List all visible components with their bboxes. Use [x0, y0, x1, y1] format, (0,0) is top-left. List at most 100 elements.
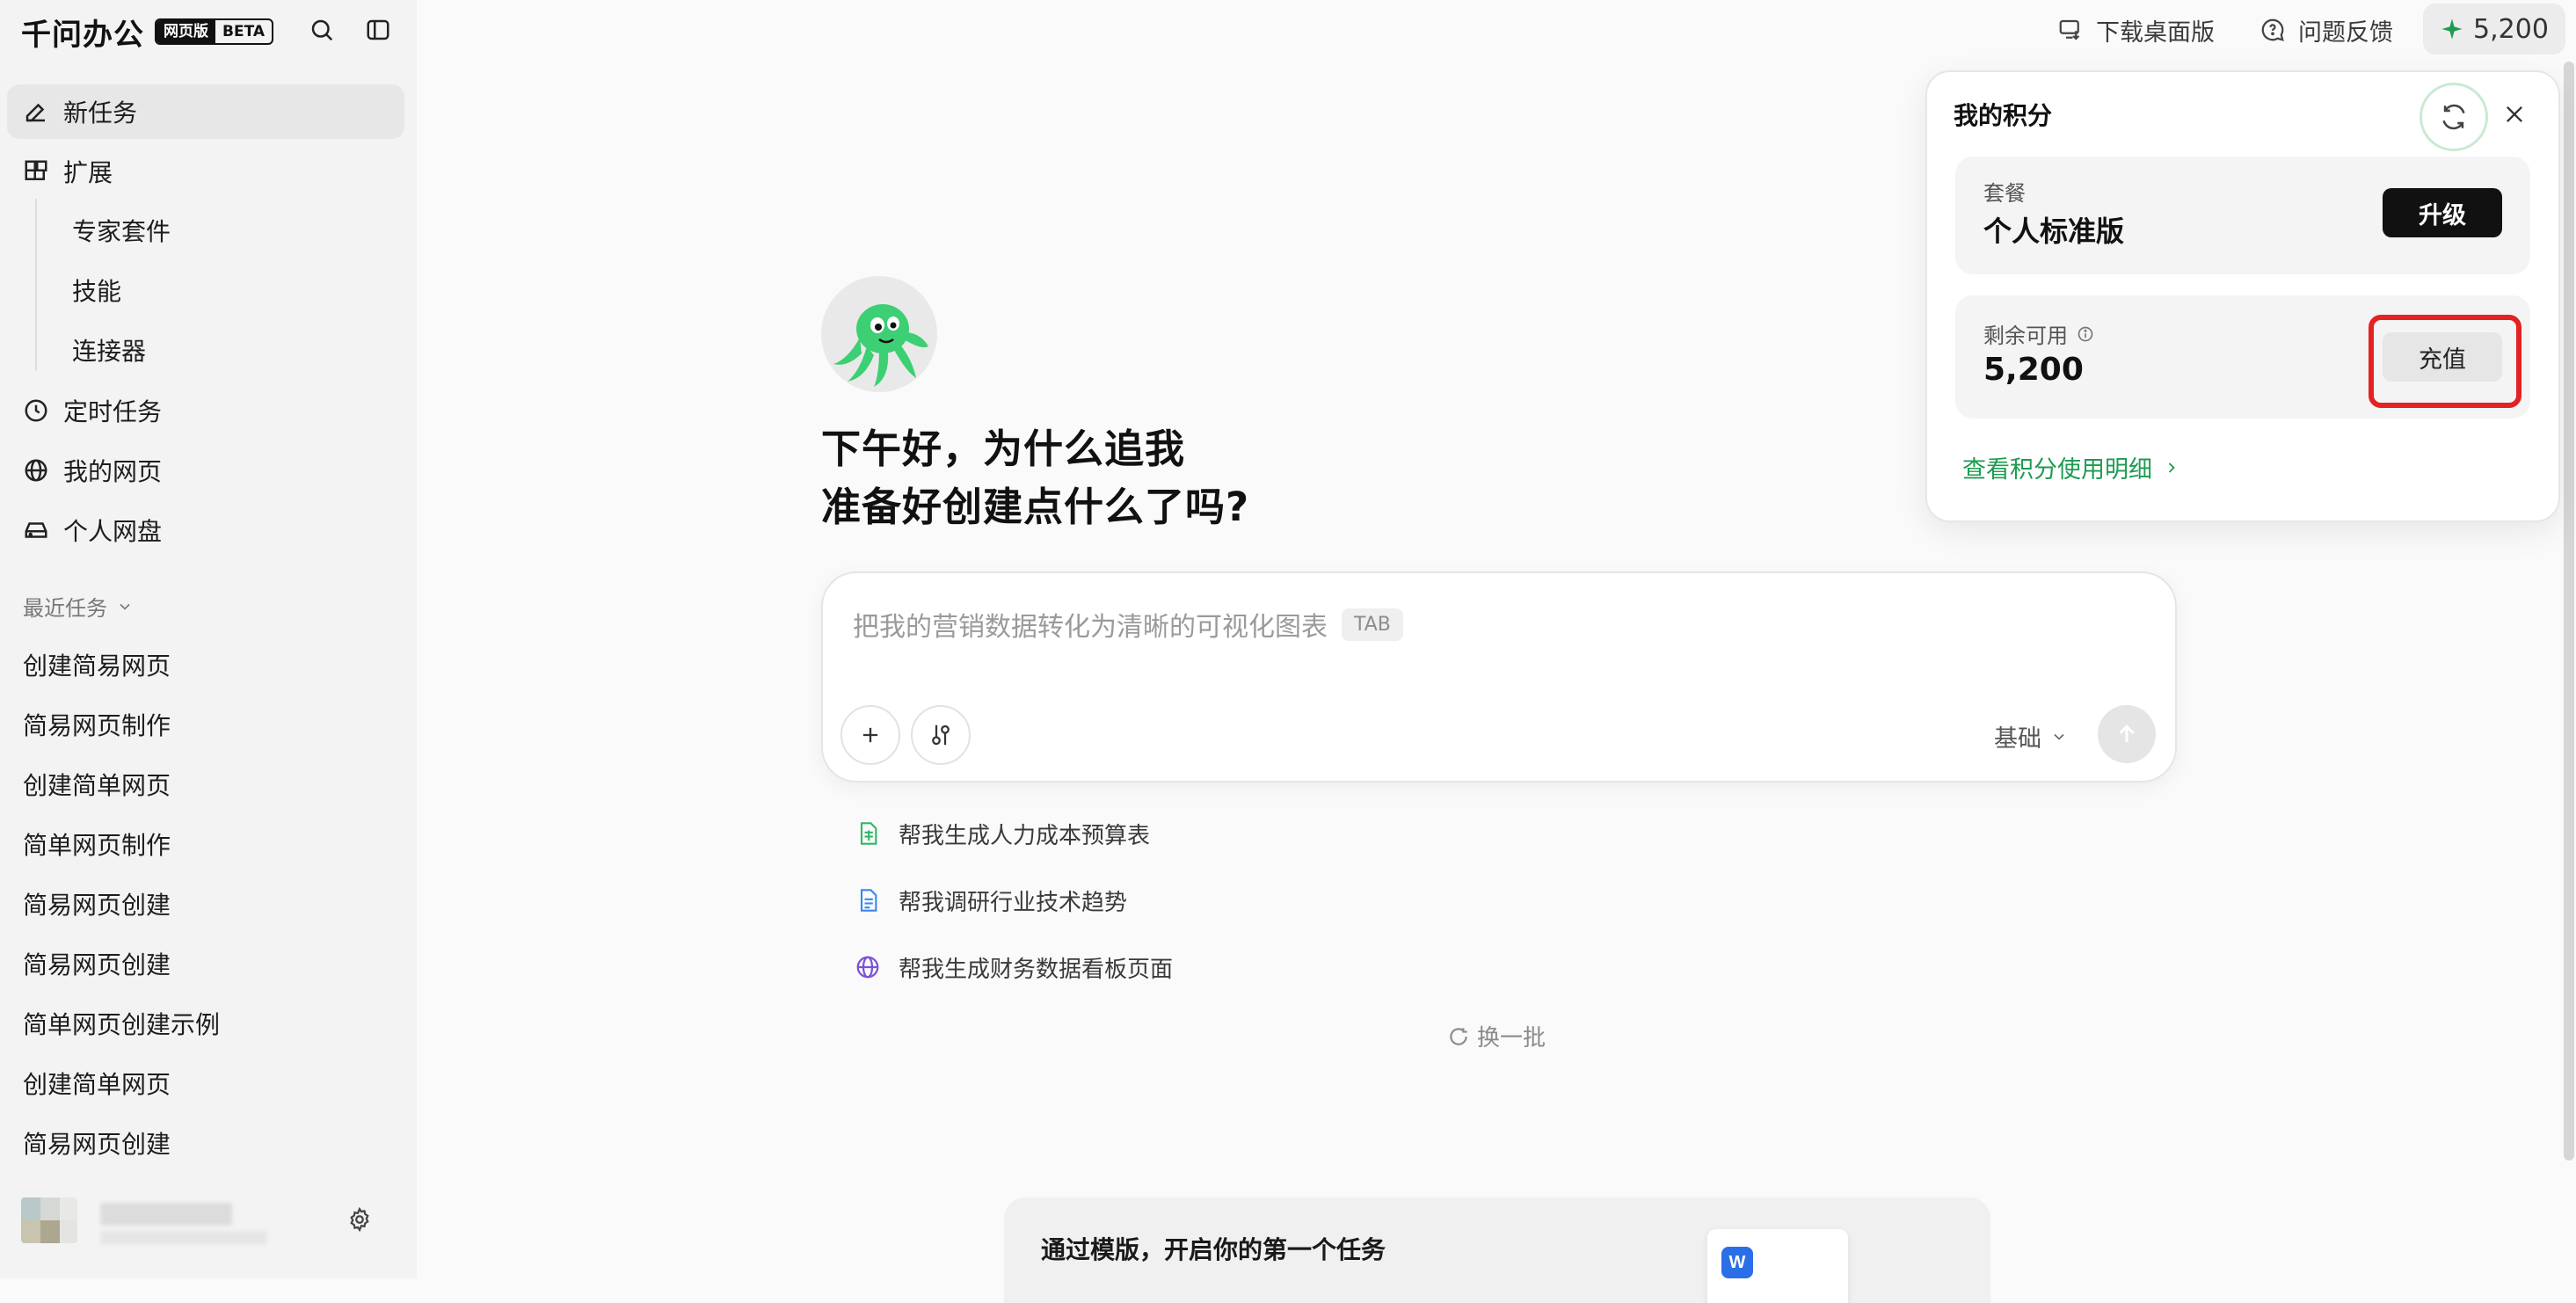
refresh-label: 换一批	[1477, 1025, 1546, 1052]
sidebar: 千问办公 网页版 BETA 新任务 扩展 专家套件 技能 连接器 定时任务 我的…	[0, 0, 417, 1278]
mascot-avatar	[821, 276, 937, 392]
chevron-down-icon	[116, 598, 134, 615]
plan-label: 套餐	[1983, 181, 2026, 206]
doc-thumbnail: W	[1707, 1229, 1848, 1303]
user-subtitle-blurred	[100, 1231, 267, 1245]
edit-icon	[21, 97, 51, 127]
tools-button[interactable]	[911, 705, 971, 765]
recent-task-item[interactable]: 创建简单网页	[23, 1066, 171, 1101]
prompt-input-box[interactable]: 把我的营销数据转化为清晰的可视化图表 TAB 基础	[821, 571, 2177, 783]
web-beta-badge: 网页版 BETA	[155, 18, 274, 45]
suggestion-label: 帮我生成人力成本预算表	[899, 822, 1151, 849]
points-details-link[interactable]: 查看积分使用明细	[1962, 450, 2180, 484]
suggestion-label: 帮我调研行业技术趋势	[899, 889, 1128, 916]
recent-task-item[interactable]: 简易网页制作	[23, 707, 171, 742]
recent-task-item[interactable]: 创建简易网页	[23, 647, 171, 682]
sidebar-toggle-icon[interactable]	[362, 14, 394, 46]
refresh-suggestions-button[interactable]: 换一批	[1447, 1020, 1546, 1052]
mode-label: 基础	[1994, 725, 2041, 753]
extensions-icon	[21, 157, 51, 186]
chevron-down-icon	[2050, 728, 2068, 746]
download-label: 下载桌面版	[2096, 18, 2215, 47]
brand[interactable]: 千问办公 网页版 BETA	[21, 12, 274, 53]
send-button[interactable]	[2098, 705, 2156, 763]
sub-nav-line	[35, 199, 37, 371]
globe-icon	[853, 952, 883, 982]
sidebar-item-label: 扩展	[63, 158, 113, 187]
suggestion-item[interactable]: 帮我生成财务数据看板页面	[853, 948, 1173, 986]
chevron-right-icon	[2163, 459, 2180, 477]
user-profile[interactable]	[21, 1196, 399, 1248]
recent-tasks-title: 最近任务	[23, 596, 107, 621]
prompt-input[interactable]: 把我的营销数据转化为清晰的可视化图表 TAB	[853, 605, 1403, 644]
recent-task-item[interactable]: 简易网页创建	[23, 946, 171, 981]
plan-value: 个人标准版	[1983, 215, 2125, 248]
sidebar-item-skills[interactable]: 技能	[72, 267, 121, 317]
greeting-line-2: 准备好创建点什么了吗?	[821, 484, 1250, 530]
sparkle-icon	[2440, 17, 2464, 41]
plan-card: 套餐 个人标准版 升级	[1955, 157, 2530, 274]
recent-tasks-header[interactable]: 最近任务	[23, 591, 134, 622]
refresh-icon	[1447, 1025, 1470, 1048]
sidebar-item-label: 定时任务	[63, 397, 163, 426]
sidebar-item-extensions[interactable]: 扩展	[7, 144, 404, 199]
app-name: 千问办公	[21, 17, 144, 53]
monitor-download-icon	[2056, 15, 2085, 45]
points-popover: 我的积分 套餐 个人标准版 升级 剩余可用 5,200 充值 查看积分使用明细	[1925, 70, 2560, 522]
word-icon: W	[1721, 1247, 1753, 1278]
recent-task-item[interactable]: 简易网页创建	[23, 886, 171, 921]
recent-task-item[interactable]: 简单网页制作	[23, 826, 171, 862]
points-button[interactable]: 5,200	[2423, 4, 2565, 55]
document-icon	[853, 885, 883, 915]
popover-title: 我的积分	[1954, 101, 2053, 130]
help-bubble-icon	[2258, 15, 2288, 45]
drive-icon	[21, 515, 51, 545]
search-icon[interactable]	[306, 14, 338, 46]
recent-task-item[interactable]: 创建简单网页	[23, 767, 171, 802]
mode-select[interactable]: 基础	[1994, 719, 2068, 753]
feedback-link[interactable]: 问题反馈	[2258, 11, 2393, 49]
sidebar-item-label: 我的网页	[63, 457, 163, 486]
username-blurred	[100, 1203, 232, 1226]
clock-icon	[21, 396, 51, 426]
recent-task-item[interactable]: 简易网页创建	[23, 1125, 171, 1161]
sidebar-item-label: 新任务	[63, 98, 138, 127]
badge-beta: BETA	[222, 23, 266, 40]
sidebar-item-label: 个人网盘	[63, 517, 163, 546]
add-attachment-button[interactable]	[840, 705, 900, 765]
sidebar-item-drive[interactable]: 个人网盘	[7, 503, 404, 557]
feedback-label: 问题反馈	[2298, 18, 2393, 47]
info-icon[interactable]	[2077, 325, 2094, 343]
badge-web: 网页版	[156, 20, 215, 43]
remaining-label: 剩余可用	[1983, 324, 2068, 348]
upgrade-button[interactable]: 升级	[2383, 188, 2502, 237]
suggestion-label: 帮我生成财务数据看板页面	[899, 956, 1174, 983]
tab-hint-badge: TAB	[1342, 608, 1403, 641]
sidebar-item-scheduled[interactable]: 定时任务	[7, 383, 404, 438]
sidebar-item-new-task[interactable]: 新任务	[7, 84, 404, 139]
download-desktop-link[interactable]: 下载桌面版	[2056, 11, 2215, 49]
globe-icon	[21, 455, 51, 485]
sidebar-item-connectors[interactable]: 连接器	[72, 327, 146, 376]
suggestion-item[interactable]: 帮我生成人力成本预算表	[853, 814, 1150, 853]
sidebar-item-my-pages[interactable]: 我的网页	[7, 443, 404, 498]
spreadsheet-icon	[853, 819, 883, 848]
gear-icon[interactable]	[346, 1206, 378, 1238]
template-title: 通过模版，开启你的第一个任务	[1041, 1235, 1386, 1264]
greeting-line-1: 下午好，为什么追我	[821, 426, 1186, 472]
prompt-placeholder: 把我的营销数据转化为清晰的可视化图表	[853, 612, 1328, 643]
remaining-label-row: 剩余可用	[1983, 318, 2094, 349]
avatar	[21, 1197, 77, 1243]
suggestion-item[interactable]: 帮我调研行业技术趋势	[853, 881, 1127, 920]
remaining-value: 5,200	[1983, 352, 2084, 388]
points-value: 5,200	[2473, 13, 2549, 45]
remaining-card: 剩余可用 5,200 充值	[1955, 295, 2530, 419]
refresh-points-button[interactable]	[2420, 83, 2488, 151]
details-link-label: 查看积分使用明细	[1962, 456, 2152, 484]
template-card[interactable]: 通过模版，开启你的第一个任务 W	[1004, 1197, 1990, 1303]
highlight-annotation	[2369, 315, 2521, 408]
recent-task-item[interactable]: 简单网页创建示例	[23, 1006, 220, 1041]
close-icon[interactable]	[2495, 95, 2534, 134]
scrollbar[interactable]	[2564, 62, 2574, 1161]
sidebar-item-expert-suite[interactable]: 专家套件	[72, 207, 171, 257]
